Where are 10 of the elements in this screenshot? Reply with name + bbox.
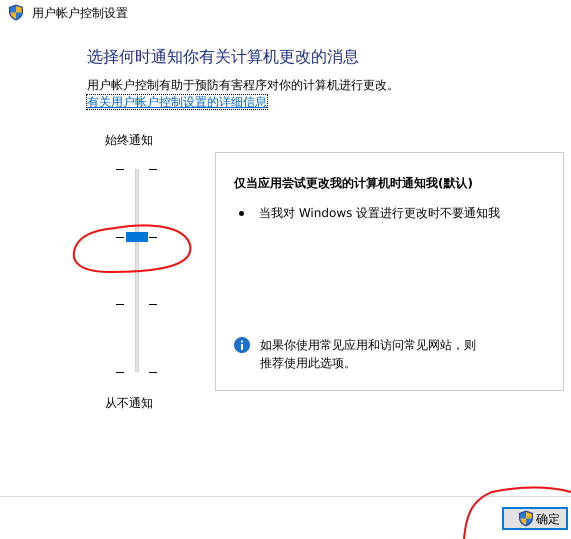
heading: 选择何时通知你有关计算机更改的消息 xyxy=(87,46,360,68)
help-link[interactable]: 有关用户帐户控制设置的详细信息 xyxy=(87,95,267,109)
info-text: 如果你使用常见应用和访问常见网站，则推荐使用此选项。 xyxy=(260,337,477,372)
panel-title: 仅当应用尝试更改我的计算机时通知我(默认) xyxy=(234,175,474,192)
bullet-text: 当我对 Windows 设置进行更改时不要通知我 xyxy=(259,205,500,222)
ok-button[interactable]: 确定 xyxy=(502,507,568,530)
slider-bottom-label: 从不通知 xyxy=(105,395,153,412)
slider-top-label: 始终通知 xyxy=(105,132,153,149)
description: 用户帐户控制有助于预防有害程序对你的计算机进行更改。 xyxy=(87,77,400,93)
window-title: 用户帐户控制设置 xyxy=(32,4,128,22)
